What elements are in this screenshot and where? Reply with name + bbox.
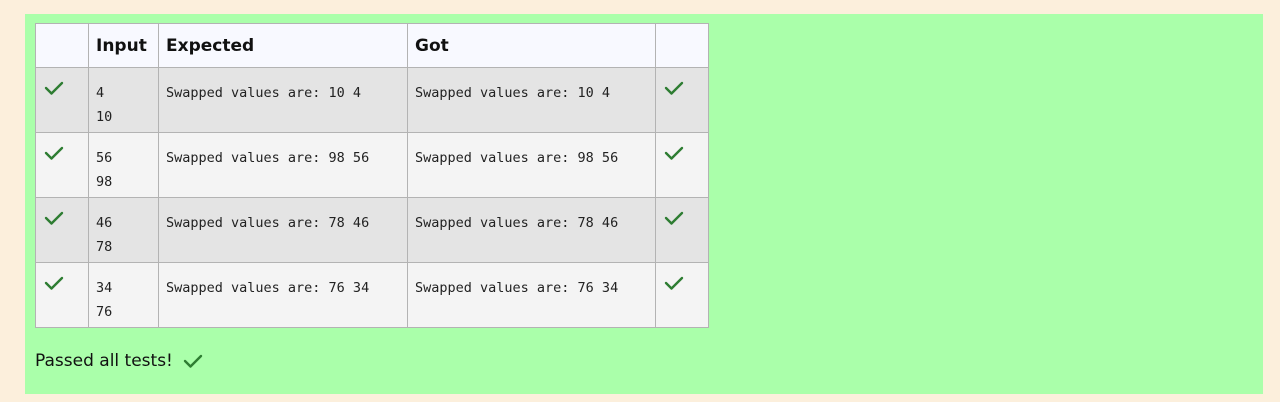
input-cell: 4 10 [88, 67, 159, 133]
status-cell [35, 132, 89, 198]
got-cell: Swapped values are: 10 4 [407, 67, 656, 133]
check-icon [44, 276, 64, 290]
expected-cell: Swapped values are: 98 56 [158, 132, 408, 198]
header-expected: Expected [158, 23, 408, 68]
check-icon [44, 81, 64, 95]
check-icon [664, 81, 684, 95]
table-row: 4 10 Swapped values are: 10 4 Swapped va… [35, 67, 709, 133]
check-icon [664, 276, 684, 290]
expected-cell: Swapped values are: 78 46 [158, 197, 408, 263]
check-icon [183, 354, 203, 368]
result-cell [655, 67, 709, 133]
table-row: 34 76 Swapped values are: 76 34 Swapped … [35, 262, 709, 328]
input-cell: 34 76 [88, 262, 159, 328]
input-cell: 56 98 [88, 132, 159, 198]
header-got: Got [407, 23, 656, 68]
summary-text: Passed all tests! [35, 351, 173, 371]
result-cell [655, 197, 709, 263]
summary-message: Passed all tests! [35, 351, 203, 371]
expected-cell: Swapped values are: 10 4 [158, 67, 408, 133]
header-result [655, 23, 709, 68]
table-row: 46 78 Swapped values are: 78 46 Swapped … [35, 197, 709, 263]
test-results-table: Input Expected Got 4 10 Swapped values a… [35, 23, 709, 328]
table-row: 56 98 Swapped values are: 98 56 Swapped … [35, 132, 709, 198]
check-icon [664, 146, 684, 160]
input-cell: 46 78 [88, 197, 159, 263]
got-cell: Swapped values are: 78 46 [407, 197, 656, 263]
status-cell [35, 67, 89, 133]
result-cell [655, 132, 709, 198]
status-cell [35, 262, 89, 328]
check-icon [44, 211, 64, 225]
table-header-row: Input Expected Got [35, 23, 709, 68]
expected-cell: Swapped values are: 76 34 [158, 262, 408, 328]
header-status [35, 23, 89, 68]
test-results-panel: Input Expected Got 4 10 Swapped values a… [25, 14, 1263, 394]
header-input: Input [88, 23, 159, 68]
got-cell: Swapped values are: 98 56 [407, 132, 656, 198]
got-cell: Swapped values are: 76 34 [407, 262, 656, 328]
result-cell [655, 262, 709, 328]
status-cell [35, 197, 89, 263]
check-icon [664, 211, 684, 225]
check-icon [44, 146, 64, 160]
